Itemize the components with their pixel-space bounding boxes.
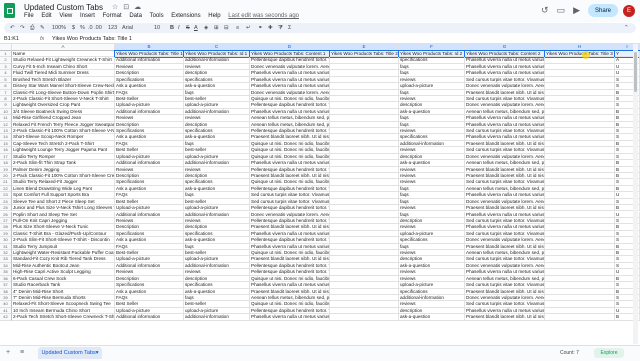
column-header-a[interactable]: A (12, 44, 115, 51)
folder-icon[interactable]: ⊡ (123, 4, 129, 11)
column-header-h[interactable]: H (545, 44, 615, 51)
redo-icon[interactable]: ↷ (20, 25, 25, 31)
column-header-d[interactable]: D (250, 44, 330, 51)
explore-button[interactable]: Explore (594, 348, 624, 358)
align-icon[interactable]: ≡ (236, 25, 239, 31)
select-all-corner[interactable] (0, 44, 12, 51)
table-cell[interactable] (330, 314, 399, 321)
chevron-down-icon: ▾ (95, 350, 99, 356)
plus-icon[interactable]: + (6, 349, 10, 356)
document-title[interactable]: Updated Custom Tabs (24, 3, 103, 12)
sheet-tabs-bar: + ≡ Updated Custom Tabs ▾ Count: 7 Explo… (0, 345, 640, 361)
sheet-tab-updated-custom-tabs[interactable]: Updated Custom Tabs ▾ (38, 347, 102, 359)
column-header-c[interactable]: C (184, 44, 250, 51)
menu-insert[interactable]: Insert (80, 13, 95, 19)
top-right-icons: ↺ ▭ ▶ (533, 5, 580, 16)
bold-button[interactable]: B (170, 25, 174, 31)
menu-extensions[interactable]: Extensions (171, 13, 200, 19)
filter-icon[interactable]: ⧩ (278, 25, 283, 32)
spreadsheet-grid[interactable]: A B C D E F G H I 1 Name Yikes Woo Product… (0, 44, 640, 345)
comment-add-icon[interactable]: ✚ (268, 25, 273, 31)
table-cell[interactable]: ask-a-question (399, 314, 465, 321)
table-cell[interactable]: additional-information (184, 314, 250, 321)
sheet-tab-label: Updated Custom Tabs (41, 350, 96, 356)
collapse-toolbar-icon[interactable]: ⌃ (624, 25, 629, 31)
column-header-b[interactable]: B (115, 44, 184, 51)
functions-icon[interactable]: Σ (288, 25, 291, 31)
menu-edit[interactable]: Edit (41, 13, 51, 19)
currency-format-button[interactable]: $ (72, 25, 75, 31)
menu-format[interactable]: Format (103, 13, 122, 19)
number-format-select[interactable]: 123 (108, 25, 117, 31)
menu-icon[interactable]: ≡ (20, 349, 24, 356)
sheets-logo-icon[interactable] (4, 3, 15, 18)
undo-icon[interactable]: ↶ (10, 25, 15, 31)
merge-cells-icon[interactable]: ⊟ (224, 25, 229, 31)
avatar[interactable]: E (623, 5, 635, 17)
menu-view[interactable]: View (59, 13, 72, 19)
font-select[interactable]: Arial (122, 25, 133, 31)
text-color-button[interactable]: A (194, 25, 198, 31)
table-cell[interactable]: Praesent blandit laoreet nibh. Ut id nis… (465, 314, 545, 321)
borders-icon[interactable]: ⊞ (214, 25, 219, 31)
table-cell[interactable]: Phasellus viverra nulla ut metus varius … (250, 314, 330, 321)
decimal-buttons[interactable]: .0 .00 (88, 25, 102, 31)
top-bar: Updated Custom Tabs ☆ ⊡ ☁ File Edit View I… (0, 0, 640, 22)
title-icons: ☆ ⊡ ☁ (112, 3, 146, 11)
menu-tools[interactable]: Tools (150, 13, 164, 19)
count-summary[interactable]: Count: 7 (560, 350, 579, 356)
paint-format-icon[interactable]: ✎ (40, 25, 45, 31)
column-header-f[interactable]: F (399, 44, 465, 51)
table-cell[interactable]: Additional information (115, 314, 184, 321)
video-icon[interactable]: ▶ (573, 5, 580, 15)
fx-icon: fx (40, 35, 45, 42)
table-cell[interactable] (545, 314, 615, 321)
italic-button[interactable]: I (178, 25, 180, 31)
cloud-icon[interactable]: ☁ (134, 4, 141, 11)
column-header-g[interactable]: G (465, 44, 545, 51)
zoom-select[interactable]: 100% (52, 25, 66, 31)
star-icon[interactable]: ☆ (112, 4, 118, 11)
share-button[interactable]: Share (588, 4, 618, 17)
strikethrough-button[interactable]: S (186, 25, 190, 31)
scrollbar-thumb[interactable] (634, 52, 637, 92)
print-icon[interactable]: ⎙ (30, 25, 34, 32)
font-size-input[interactable]: 10 (154, 25, 160, 31)
menu-bar: File Edit View Insert Format Data Tools … (24, 13, 305, 19)
menu-data[interactable]: Data (129, 13, 142, 19)
table-cell[interactable]: 2-Pack Tech Stretch Short-Sleeve Crewnec… (12, 314, 115, 321)
table-row: 42 2-Pack Tech Stretch Short-Sleeve Crewn… (0, 314, 640, 321)
name-box[interactable]: B1:K1 (4, 36, 34, 42)
column-header-e[interactable]: E (330, 44, 399, 51)
link-icon[interactable]: ⚭ (258, 25, 263, 31)
comment-icon[interactable]: ▭ (557, 5, 566, 15)
toolbar: ↶ ↷ ⎙ ✎ 100% $ % .0 .00 123 Arial 10 B I… (4, 23, 636, 33)
percent-format-button[interactable]: % (80, 25, 85, 31)
last-edit-link[interactable]: Last edit was seconds ago (228, 13, 299, 19)
formula-input[interactable]: Yikes Woo Products Tabs: Title 1 (52, 36, 132, 42)
menu-help[interactable]: Help (208, 13, 220, 19)
row-number[interactable]: 42 (0, 314, 12, 321)
menu-file[interactable]: File (24, 13, 34, 19)
history-icon[interactable]: ↺ (541, 5, 549, 15)
formula-bar: B1:K1 fx Yikes Woo Products Tabs: Title … (0, 34, 640, 44)
mouse-cursor-highlight (582, 51, 590, 59)
fill-color-icon[interactable]: ◈ (204, 25, 208, 31)
wrap-icon[interactable]: ↵ (246, 25, 251, 31)
